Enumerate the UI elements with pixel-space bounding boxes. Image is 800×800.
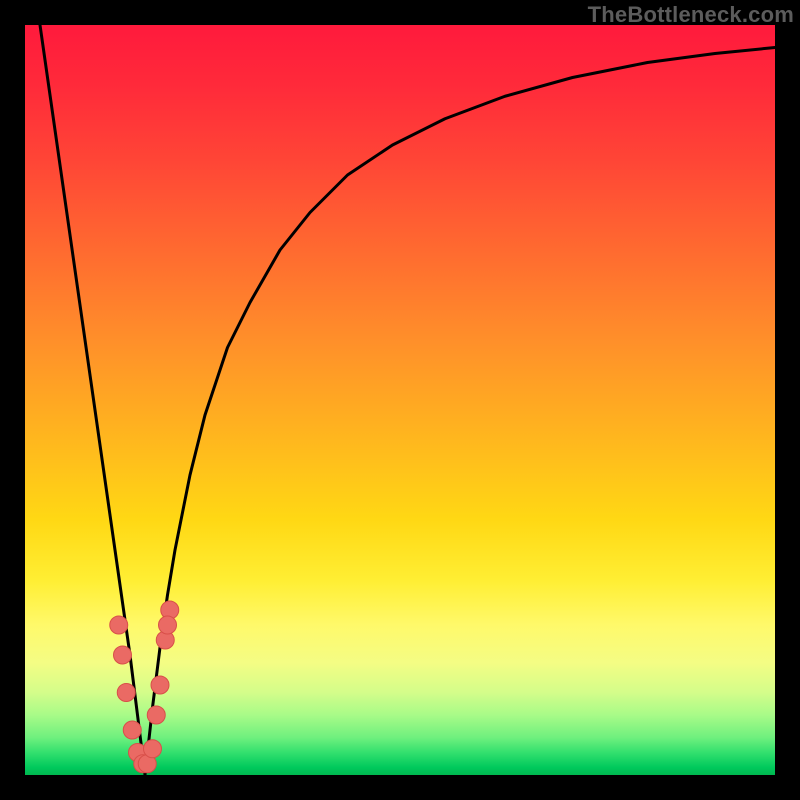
data-marker	[123, 721, 141, 739]
chart-frame: TheBottleneck.com	[0, 0, 800, 800]
data-marker	[117, 684, 135, 702]
data-marker	[151, 676, 169, 694]
chart-svg	[25, 25, 775, 775]
data-marker	[159, 616, 177, 634]
bottleneck-curve	[40, 25, 775, 775]
data-marker	[147, 706, 165, 724]
data-markers	[110, 601, 179, 773]
data-marker	[144, 740, 162, 758]
plot-area	[25, 25, 775, 775]
data-marker	[114, 646, 132, 664]
data-marker	[110, 616, 128, 634]
